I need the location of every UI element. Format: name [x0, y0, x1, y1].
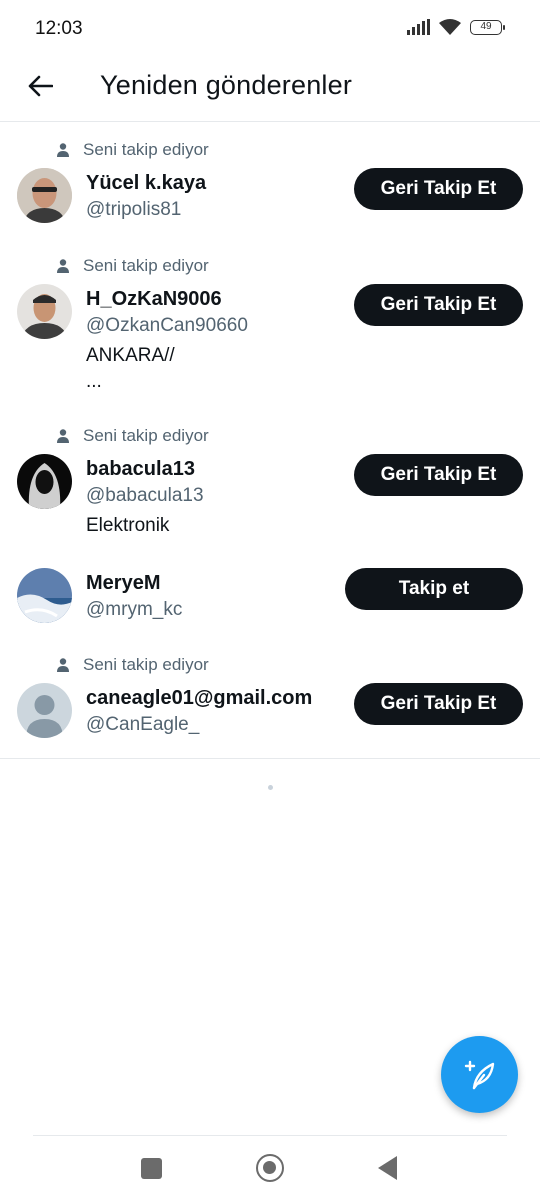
person-icon	[57, 658, 69, 672]
user-bio-line: Elektronik	[86, 515, 170, 536]
status-bar: 12:03 49	[0, 0, 540, 58]
follow-back-button[interactable]: Geri Takip Et	[354, 454, 523, 496]
user-name[interactable]: H_OzKaN9006	[86, 288, 222, 311]
battery-level: 49	[480, 20, 492, 32]
user-handle: @mrym_kc	[86, 599, 183, 620]
avatar[interactable]	[17, 284, 72, 339]
compose-button[interactable]	[441, 1036, 518, 1113]
recents-square-icon[interactable]	[141, 1158, 162, 1179]
back-triangle-icon[interactable]	[378, 1156, 397, 1180]
person-icon	[57, 259, 69, 273]
avatar-photo	[17, 568, 72, 623]
follows-you-label: Seni takip ediyor	[55, 140, 209, 160]
status-icons: 49	[407, 18, 505, 36]
arrow-left-icon	[28, 75, 53, 97]
follow-back-button[interactable]: Geri Takip Et	[354, 168, 523, 210]
avatar-photo	[17, 284, 72, 339]
user-bio-line: ANKARA//	[86, 345, 175, 366]
page-title: Yeniden gönderenler	[100, 70, 353, 100]
person-icon	[57, 143, 69, 157]
avatar-photo	[17, 454, 72, 509]
follows-you-label: Seni takip ediyor	[55, 256, 209, 276]
list-divider	[0, 758, 540, 759]
back-button[interactable]	[22, 68, 58, 104]
user-name[interactable]: MeryeM	[86, 572, 160, 595]
user-handle: @tripolis81	[86, 199, 182, 220]
follows-you-label: Seni takip ediyor	[55, 655, 209, 675]
user-row[interactable]: Seni takip ediyor Yücel k.kaya @tripolis…	[0, 122, 540, 238]
user-row[interactable]: Seni takip ediyor H_OzKaN9006 @OzkanCan9…	[0, 238, 540, 408]
compose-feather-icon	[464, 1060, 494, 1089]
user-list: Seni takip ediyor Yücel k.kaya @tripolis…	[0, 122, 540, 758]
system-nav-bar	[0, 1140, 540, 1200]
user-row[interactable]: MeryeM @mrym_kc Takip et	[0, 550, 540, 637]
person-icon	[57, 429, 69, 443]
avatar[interactable]	[17, 168, 72, 223]
user-handle: @babacula13	[86, 485, 204, 506]
user-handle: @CanEagle_	[86, 714, 200, 735]
user-name[interactable]: caneagle01@gmail.com	[86, 687, 312, 710]
default-avatar-icon	[17, 683, 72, 738]
follows-you-label: Seni takip ediyor	[55, 426, 209, 446]
nav-divider	[33, 1135, 507, 1136]
signal-icon	[407, 19, 430, 35]
user-row[interactable]: Seni takip ediyor caneagle01@gmail.com @…	[0, 637, 540, 758]
user-name[interactable]: babacula13	[86, 458, 195, 481]
battery-icon: 49	[470, 19, 505, 35]
avatar[interactable]	[17, 683, 72, 738]
home-circle-icon[interactable]	[256, 1154, 284, 1182]
avatar[interactable]	[17, 568, 72, 623]
user-handle: @OzkanCan90660	[86, 315, 248, 336]
avatar[interactable]	[17, 454, 72, 509]
follow-button[interactable]: Takip et	[345, 568, 523, 610]
status-time: 12:03	[35, 18, 83, 39]
user-row[interactable]: Seni takip ediyor babacula13 @babacula13…	[0, 408, 540, 550]
user-bio-line: ...	[86, 371, 102, 392]
header: Yeniden gönderenler	[0, 58, 540, 122]
avatar-photo	[17, 168, 72, 223]
loading-indicator	[268, 785, 273, 790]
follow-back-button[interactable]: Geri Takip Et	[354, 683, 523, 725]
wifi-icon	[439, 19, 461, 35]
follow-back-button[interactable]: Geri Takip Et	[354, 284, 523, 326]
user-name[interactable]: Yücel k.kaya	[86, 172, 206, 195]
